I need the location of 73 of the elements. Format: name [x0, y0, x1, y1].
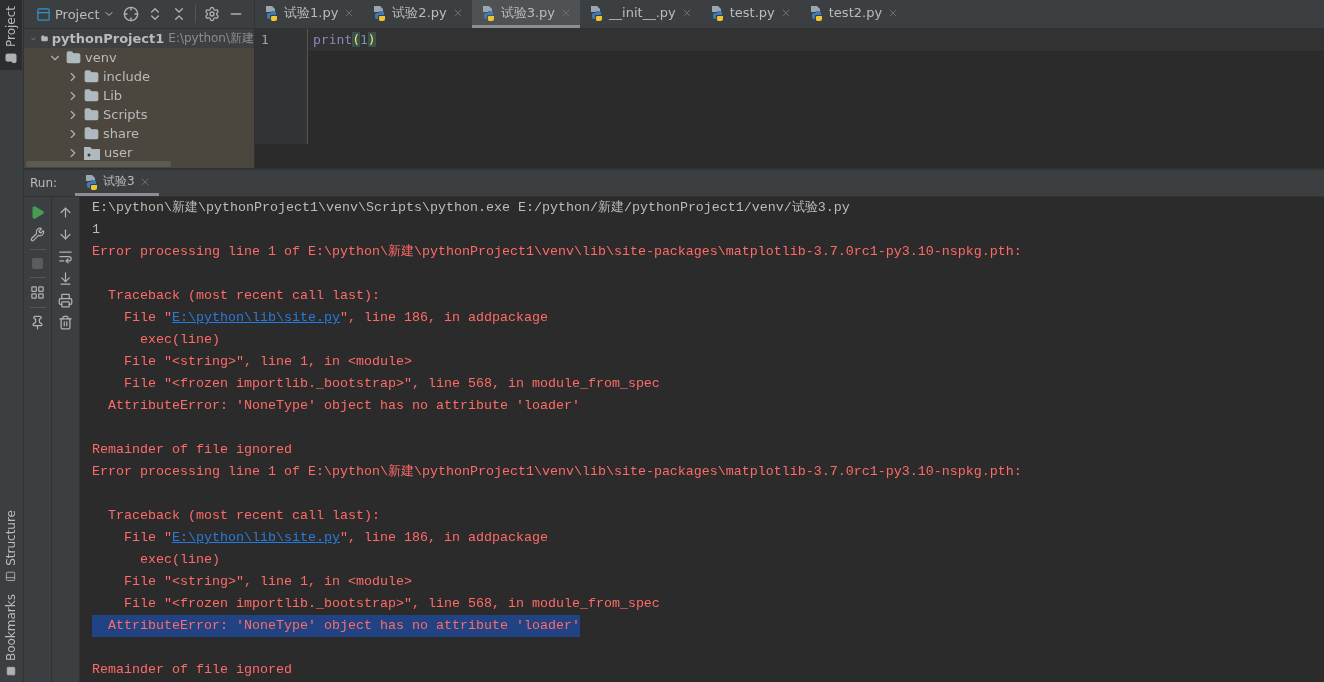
- folder-icon: [84, 107, 99, 122]
- scrollbar[interactable]: [26, 161, 171, 167]
- tree-item-label: user: [104, 145, 133, 160]
- tree-row[interactable]: pythonProject1 E:\python\新建: [24, 29, 254, 48]
- settings-icon[interactable]: [204, 6, 221, 22]
- folder-icon: [84, 88, 99, 103]
- tree-row[interactable]: include: [24, 67, 254, 86]
- folder-icon: [5, 52, 17, 65]
- python-file-icon: [371, 4, 388, 21]
- error-output-line: File "<frozen importlib._bootstrap>", line 568, in module_from_spec: [123, 595, 660, 613]
- editor-tab[interactable]: 试验1.py: [255, 0, 364, 28]
- error-output-line: Traceback (most recent call last):: [107, 507, 380, 525]
- console-output-line: E:\python\新建\pythonProject1\venv\Scripts\python.exe E:/python/新建/pythonProject1/venv/试验3.py: [92, 199, 850, 217]
- error-output-line: File "E:\python\lib\site.py", line 186, in addpackage: [123, 529, 548, 547]
- error-output-line: File "E:\python\lib\site.py", line 186, in addpackage: [123, 309, 548, 327]
- file-link[interactable]: E:\python\lib\site.py: [172, 530, 340, 545]
- package-folder-icon: [84, 145, 100, 160]
- tool-window-tab[interactable]: Structure: [0, 504, 22, 588]
- error-output-line: File "<string>", line 1, in <module>: [123, 573, 412, 591]
- tree-item-label: pythonProject1: [51, 31, 165, 46]
- error-output-line: Remainder of file ignored: [92, 441, 292, 459]
- error-output-line: Traceback (most recent call last):: [107, 287, 380, 305]
- error-output-line: exec(line): [139, 331, 220, 349]
- console-output-line: 1: [92, 221, 100, 239]
- error-output-line: exec(line): [139, 551, 220, 569]
- window-icon: [36, 6, 51, 22]
- tree-row[interactable]: Scripts: [24, 105, 254, 124]
- project-path: E:\python\新建: [168, 30, 254, 47]
- python-file-icon: [83, 173, 100, 190]
- project-view-dropdown[interactable]: Project: [36, 6, 116, 22]
- file-link[interactable]: E:\python\lib\site.py: [172, 310, 340, 325]
- folder-icon: [66, 50, 81, 65]
- tree-item-label: venv: [85, 50, 117, 65]
- locate-icon[interactable]: [123, 6, 140, 22]
- structure-icon: [5, 570, 17, 582]
- python-file-icon: [588, 4, 605, 21]
- editor-tab[interactable]: 试验2.py: [363, 0, 472, 28]
- arrow-up-icon[interactable]: [58, 205, 73, 220]
- trash-icon[interactable]: [58, 315, 73, 330]
- tree-item-label: Scripts: [103, 107, 148, 122]
- editor-tab[interactable]: 试验3.py: [471, 0, 581, 28]
- error-output-line: Error processing line 1 of E:\python\新建\pythonProject1\venv\lib\site-packages\matplotlib-3.7.0rc1-py3.10-nspkg.pth:: [92, 463, 1022, 481]
- tool-window-tab[interactable]: Bookmarks: [0, 587, 22, 682]
- bookmark-icon: [6, 666, 16, 676]
- tool-window-tab[interactable]: Project: [0, 0, 22, 71]
- folder-icon: [84, 126, 99, 141]
- tree-row[interactable]: venv: [24, 48, 254, 67]
- scroll-to-end-icon[interactable]: [58, 271, 73, 286]
- tree-item-label: include: [103, 69, 151, 84]
- tree-row[interactable]: Lib: [24, 86, 254, 105]
- soft-wrap-icon[interactable]: [58, 249, 73, 264]
- tree-item-label: share: [103, 126, 140, 141]
- tree-row[interactable]: user: [24, 143, 254, 162]
- pin-icon[interactable]: [30, 315, 45, 330]
- line-number: 1: [260, 31, 270, 49]
- run-icon[interactable]: [30, 205, 45, 220]
- editor-tab[interactable]: test2.py: [799, 0, 908, 28]
- folder-icon: [84, 69, 99, 84]
- arrow-down-icon[interactable]: [58, 227, 73, 242]
- error-output-line: AttributeError: 'NoneType' object has no attribute 'loader': [107, 397, 580, 415]
- error-output-line: Remainder of file ignored: [92, 661, 292, 679]
- print-icon[interactable]: [58, 293, 73, 308]
- error-output-line: File "<frozen importlib._bootstrap>", line 568, in module_from_spec: [123, 375, 660, 393]
- tree-row[interactable]: share: [24, 124, 254, 143]
- python-file-icon: [263, 4, 279, 21]
- editor-tab[interactable]: __init__.py: [580, 0, 701, 28]
- run-label: Run:: [30, 176, 58, 190]
- wrench-icon[interactable]: [30, 227, 45, 242]
- layout-icon[interactable]: [30, 285, 45, 300]
- editor-tab[interactable]: test.py: [700, 0, 800, 28]
- tree-item-label: Lib: [103, 88, 123, 103]
- error-output-line: Error processing line 1 of E:\python\新建\pythonProject1\venv\lib\site-packages\matplotlib-3.7.0rc1-py3.10-nspkg.pth:: [92, 243, 1022, 261]
- error-output-line: File "<string>", line 1, in <module>: [123, 353, 412, 371]
